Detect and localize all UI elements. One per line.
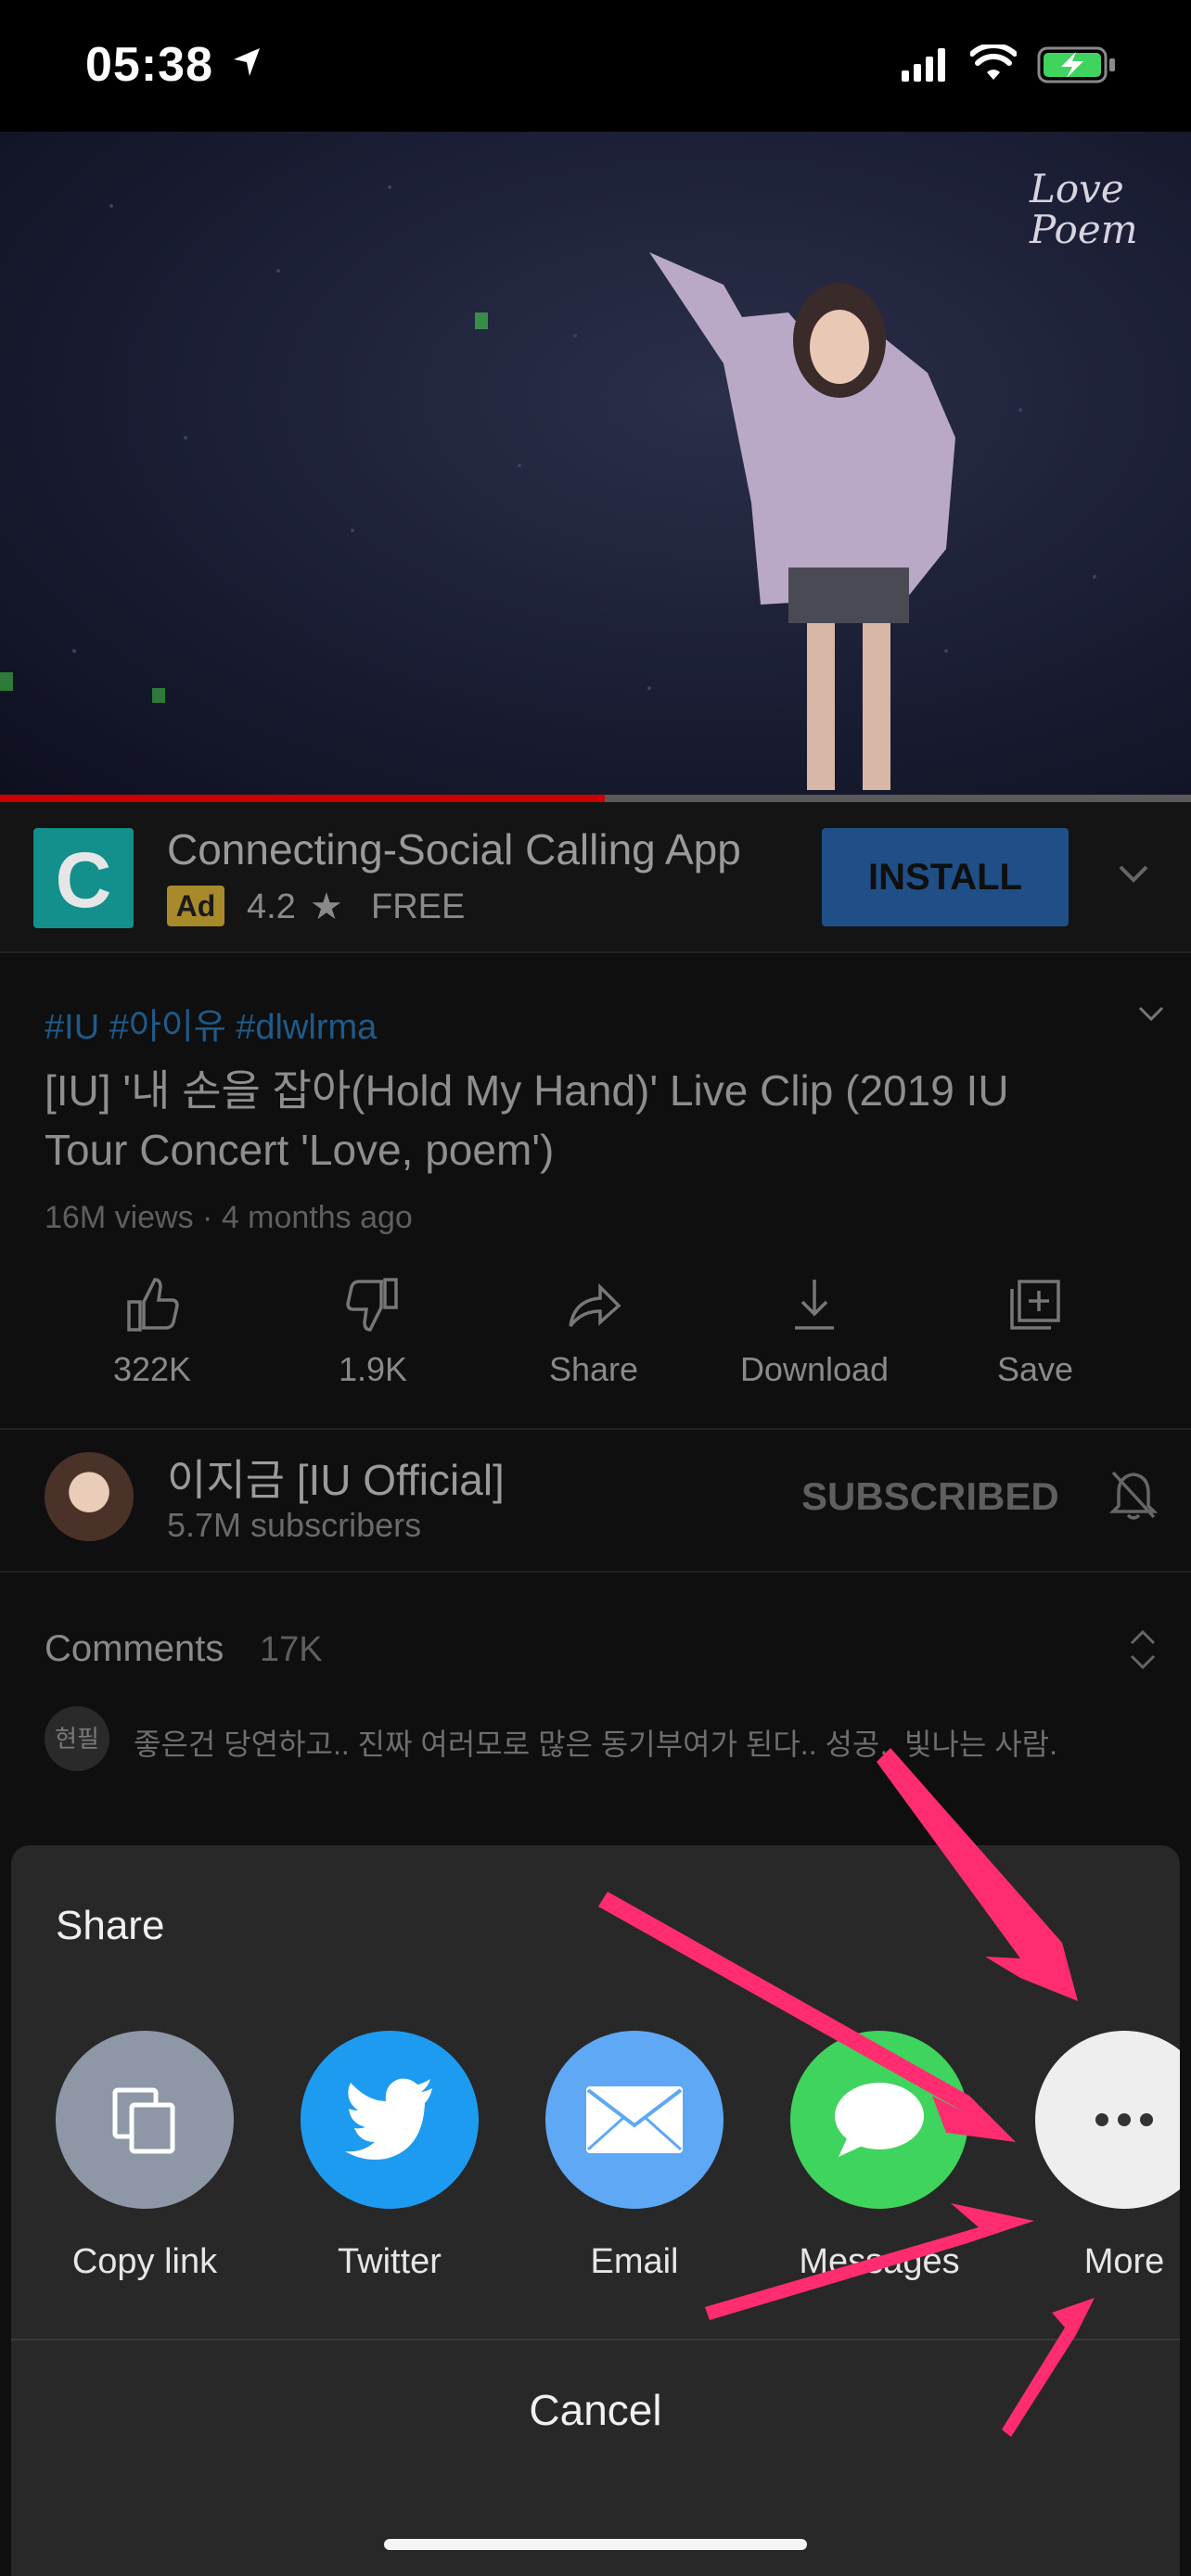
annotation-arrows	[598, 1748, 1095, 2437]
arrow-pointer-icon	[705, 2203, 1034, 2320]
arrow-pointer-icon	[598, 1892, 1016, 2142]
arrow-pointer-icon	[877, 1748, 1078, 2001]
arrow-pointer-icon	[1002, 2298, 1095, 2437]
home-indicator[interactable]	[384, 2539, 807, 2550]
